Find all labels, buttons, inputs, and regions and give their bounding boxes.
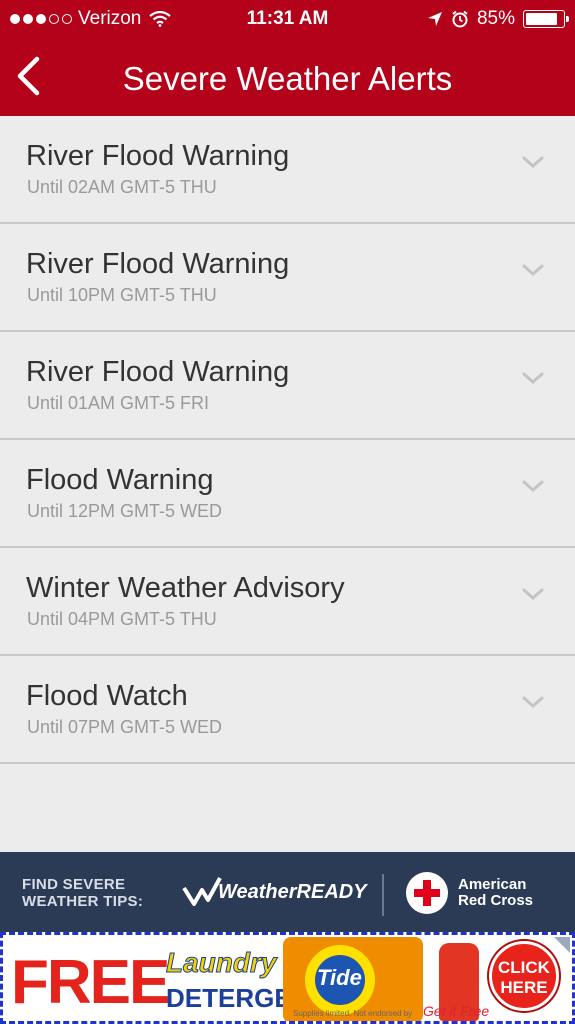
tips-label: FIND SEVERE WEATHER TIPS: xyxy=(22,876,143,910)
alert-name: Flood Warning xyxy=(26,464,214,496)
ad-laundry-text: Laundry xyxy=(165,947,277,979)
click-line-2: HERE xyxy=(500,978,548,997)
red-cross-line-2: Red Cross xyxy=(458,892,534,909)
nav-bar: Severe Weather Alerts xyxy=(0,38,575,116)
click-line-1: CLICK xyxy=(498,958,550,977)
location-arrow-icon xyxy=(427,12,442,26)
chevron-down-icon[interactable] xyxy=(521,694,545,710)
ad-banner[interactable]: FREE Laundry DETERGENT Tide Get it Free … xyxy=(0,932,575,1024)
status-bar: Verizon 11:31 AM 85% xyxy=(0,0,575,38)
alert-name: Winter Weather Advisory xyxy=(26,572,345,604)
chevron-down-icon[interactable] xyxy=(521,154,545,170)
alert-name: River Flood Warning xyxy=(26,140,290,172)
alert-name: Flood Watch xyxy=(26,680,188,712)
alert-until: Until 02AM GMT-5 THU xyxy=(27,177,217,197)
alert-row[interactable]: Winter Weather Advisory Until 04PM GMT-5 … xyxy=(0,548,575,656)
tide-brand-text: Tide xyxy=(317,965,362,990)
weather-ready-check-icon xyxy=(182,877,222,906)
status-right: 85% xyxy=(427,8,569,30)
tips-line-2: WEATHER TIPS: xyxy=(22,893,144,910)
battery-icon xyxy=(523,10,569,28)
banner-divider xyxy=(382,874,384,916)
alarm-clock-icon xyxy=(452,10,468,28)
alert-row[interactable]: River Flood Warning Until 01AM GMT-5 FRI xyxy=(0,332,575,440)
ad-fine-print: Supplies limited. Not endorsed by xyxy=(293,1009,413,1018)
ad-click-here-button[interactable]: CLICK HERE xyxy=(489,941,559,1011)
alert-row[interactable]: River Flood Warning Until 02AM GMT-5 THU xyxy=(0,116,575,224)
chevron-down-icon[interactable] xyxy=(521,262,545,278)
alert-until: Until 10PM GMT-5 THU xyxy=(27,285,217,305)
alert-until: Until 12PM GMT-5 WED xyxy=(27,501,223,521)
page-title: Severe Weather Alerts xyxy=(122,60,453,97)
red-cross-icon xyxy=(406,872,448,914)
alert-until: Until 07PM GMT-5 WED xyxy=(27,717,223,737)
alert-until: Until 01AM GMT-5 FRI xyxy=(27,393,210,413)
weather-tips-banner[interactable]: FIND SEVERE WEATHER TIPS: WeatherREADY A… xyxy=(0,852,575,932)
alert-row[interactable]: Flood Warning Until 12PM GMT-5 WED xyxy=(0,440,575,548)
alert-name: River Flood Warning xyxy=(26,356,290,388)
alert-row[interactable]: Flood Watch Until 07PM GMT-5 WED xyxy=(0,656,575,764)
tips-line-1: FIND SEVERE xyxy=(22,876,126,893)
alert-name: River Flood Warning xyxy=(26,248,290,280)
battery-percent: 85% xyxy=(476,8,515,29)
red-cross-logo[interactable]: American Red Cross xyxy=(406,872,533,914)
alert-list: River Flood Warning Until 02AM GMT-5 THU R… xyxy=(0,116,575,764)
red-cross-line-1: American xyxy=(458,876,527,893)
ad-choices-icon[interactable] xyxy=(554,937,570,953)
chevron-down-icon[interactable] xyxy=(521,478,545,494)
alert-until: Until 04PM GMT-5 THU xyxy=(27,609,217,629)
battery-fill xyxy=(526,13,557,25)
red-cross-text: American Red Cross xyxy=(458,877,533,909)
alert-row[interactable]: River Flood Warning Until 10PM GMT-5 THU xyxy=(0,224,575,332)
ad-get-free-text: Get it Free xyxy=(423,1003,490,1019)
ad-free-text: FREE xyxy=(11,948,170,1017)
weather-ready-logo[interactable]: WeatherREADY xyxy=(182,876,367,908)
chevron-down-icon[interactable] xyxy=(521,370,545,386)
weather-ready-text: WeatherREADY xyxy=(218,880,367,903)
chevron-down-icon[interactable] xyxy=(521,586,545,602)
